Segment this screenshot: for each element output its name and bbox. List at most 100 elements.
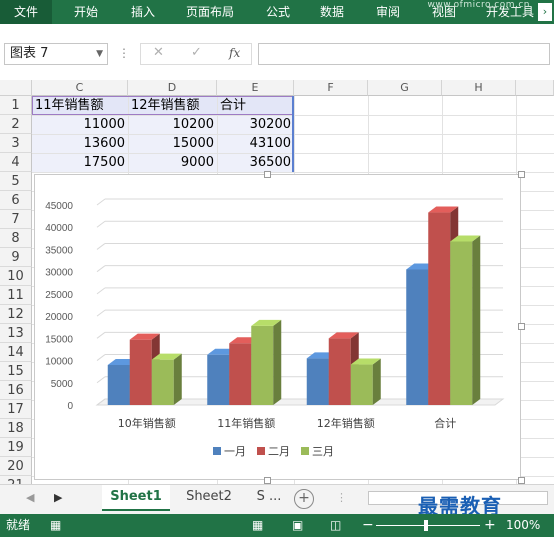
row-header[interactable]: 10 <box>0 267 32 286</box>
y-axis-tick-label: 45000 <box>45 201 73 212</box>
row-header[interactable]: 18 <box>0 419 32 438</box>
page-layout-view-icon[interactable]: ▣ <box>292 514 303 537</box>
more-options-icon[interactable]: ⋮ <box>336 491 347 504</box>
sheet-tab-more[interactable]: S ... <box>248 485 290 511</box>
legend-label: 一月 <box>224 445 246 458</box>
zoom-out-icon[interactable]: − <box>362 514 374 537</box>
legend-swatch <box>301 447 309 455</box>
bar-front <box>151 359 174 405</box>
ribbon-scroll-icon[interactable]: › <box>538 3 552 21</box>
tab-insert[interactable]: 插入 <box>131 0 155 24</box>
worksheet-grid[interactable]: C D E F G H 1 2 3 4 5 6 7 8 9 10 11 12 1… <box>0 80 554 484</box>
scroll-right-icon[interactable]: ▶ <box>54 491 62 504</box>
column-header-g[interactable]: G <box>368 80 442 96</box>
insert-function-icon[interactable]: fx <box>229 46 240 60</box>
row-header[interactable]: 15 <box>0 362 32 381</box>
row-header[interactable]: 12 <box>0 305 32 324</box>
row-header[interactable]: 17 <box>0 400 32 419</box>
chevron-down-icon[interactable]: ▼ <box>96 44 103 64</box>
table-cell[interactable]: 43100 <box>217 134 294 153</box>
y-axis-tick-label: 0 <box>67 401 73 412</box>
formula-buttons: ✕ ✓ fx <box>140 43 252 65</box>
normal-view-icon[interactable]: ▦ <box>252 514 263 537</box>
more-options-icon[interactable]: ⋮ <box>118 46 130 60</box>
resize-handle[interactable] <box>518 171 525 178</box>
zoom-level[interactable]: 100% <box>506 514 540 537</box>
resize-handle[interactable] <box>264 171 271 178</box>
row-header[interactable]: 6 <box>0 191 32 210</box>
legend-label: 三月 <box>312 445 334 458</box>
table-cell[interactable]: 36500 <box>217 153 294 172</box>
row-header[interactable]: 13 <box>0 324 32 343</box>
row-header[interactable]: 1 <box>0 96 32 115</box>
name-box[interactable]: 图表 7 ▼ <box>4 43 108 65</box>
y-axis-tick-label: 40000 <box>45 223 73 234</box>
enter-icon[interactable]: ✓ <box>191 45 202 60</box>
row-header[interactable]: 20 <box>0 457 32 476</box>
table-header-cell[interactable]: 12年销售额 <box>128 96 217 115</box>
row-header[interactable]: 8 <box>0 229 32 248</box>
table-cell[interactable]: 11000 <box>32 115 128 134</box>
table-header-cell[interactable]: 合计 <box>217 96 294 115</box>
chart-gridline <box>96 243 106 250</box>
tab-review[interactable]: 审阅 <box>376 0 400 24</box>
sheet-tab-sheet1[interactable]: Sheet1 <box>102 485 170 511</box>
y-axis-tick-label: 20000 <box>45 312 73 323</box>
tab-page-layout[interactable]: 页面布局 <box>186 0 234 24</box>
column-header-h[interactable]: H <box>442 80 516 96</box>
y-axis-tick-label: 35000 <box>45 245 73 256</box>
column-header-c[interactable]: C <box>32 80 128 96</box>
row-header[interactable]: 7 <box>0 210 32 229</box>
table-cell[interactable]: 15000 <box>128 134 217 153</box>
select-all-corner[interactable] <box>0 80 32 96</box>
bar-side <box>472 235 481 405</box>
column-header-f[interactable]: F <box>294 80 368 96</box>
formula-input[interactable] <box>258 43 550 65</box>
x-axis-category-label: 12年销售额 <box>317 416 375 430</box>
y-axis-tick-label: 5000 <box>51 379 74 390</box>
column-header-e[interactable]: E <box>217 80 294 96</box>
scroll-left-icon[interactable]: ◀ <box>26 491 34 504</box>
row-header[interactable]: 16 <box>0 381 32 400</box>
cancel-icon[interactable]: ✕ <box>153 45 164 60</box>
row-header[interactable]: 21 <box>0 476 32 484</box>
column-header-d[interactable]: D <box>128 80 217 96</box>
table-cell[interactable]: 30200 <box>217 115 294 134</box>
legend-label: 二月 <box>268 445 290 458</box>
chart-gridline <box>96 198 106 206</box>
zoom-slider[interactable] <box>376 525 480 526</box>
table-cell[interactable]: 9000 <box>128 153 217 172</box>
tab-file[interactable]: 文件 <box>0 0 53 24</box>
resize-handle[interactable] <box>518 477 525 484</box>
add-sheet-icon[interactable]: + <box>294 489 314 509</box>
row-header[interactable]: 11 <box>0 286 32 305</box>
row-header[interactable]: 5 <box>0 172 32 191</box>
zoom-slider-knob[interactable] <box>424 520 428 531</box>
row-header[interactable]: 4 <box>0 153 32 172</box>
macro-record-icon[interactable]: ▦ <box>50 514 61 537</box>
row-header[interactable]: 14 <box>0 343 32 362</box>
zoom-in-icon[interactable]: + <box>484 514 496 537</box>
tab-data[interactable]: 数据 <box>320 0 344 24</box>
resize-handle[interactable] <box>264 477 271 484</box>
table-cell[interactable]: 10200 <box>128 115 217 134</box>
legend-swatch <box>213 447 221 455</box>
table-cell[interactable]: 17500 <box>32 153 128 172</box>
resize-handle[interactable] <box>518 323 525 330</box>
ribbon-tab-bar: 文件 开始 插入 页面布局 公式 数据 审阅 视图 开发工具 www.ofmic… <box>0 0 554 24</box>
table-header-cell[interactable]: 11年销售额 <box>32 96 128 115</box>
tab-formulas[interactable]: 公式 <box>266 0 290 24</box>
row-header[interactable]: 9 <box>0 248 32 267</box>
table-cell[interactable]: 13600 <box>32 134 128 153</box>
sheet-tab-sheet2[interactable]: Sheet2 <box>174 485 244 511</box>
row-header[interactable]: 3 <box>0 134 32 153</box>
y-axis-tick-label: 25000 <box>45 290 73 301</box>
column-header-i[interactable] <box>516 80 554 96</box>
name-box-value: 图表 7 <box>10 46 49 61</box>
page-break-view-icon[interactable]: ◫ <box>330 514 341 537</box>
row-header[interactable]: 19 <box>0 438 32 457</box>
bar-front <box>406 269 429 405</box>
row-header[interactable]: 2 <box>0 115 32 134</box>
chart-object[interactable]: 45000 40000 35000 30000 25000 20000 15000 10000… <box>34 174 521 480</box>
tab-home[interactable]: 开始 <box>74 0 98 24</box>
